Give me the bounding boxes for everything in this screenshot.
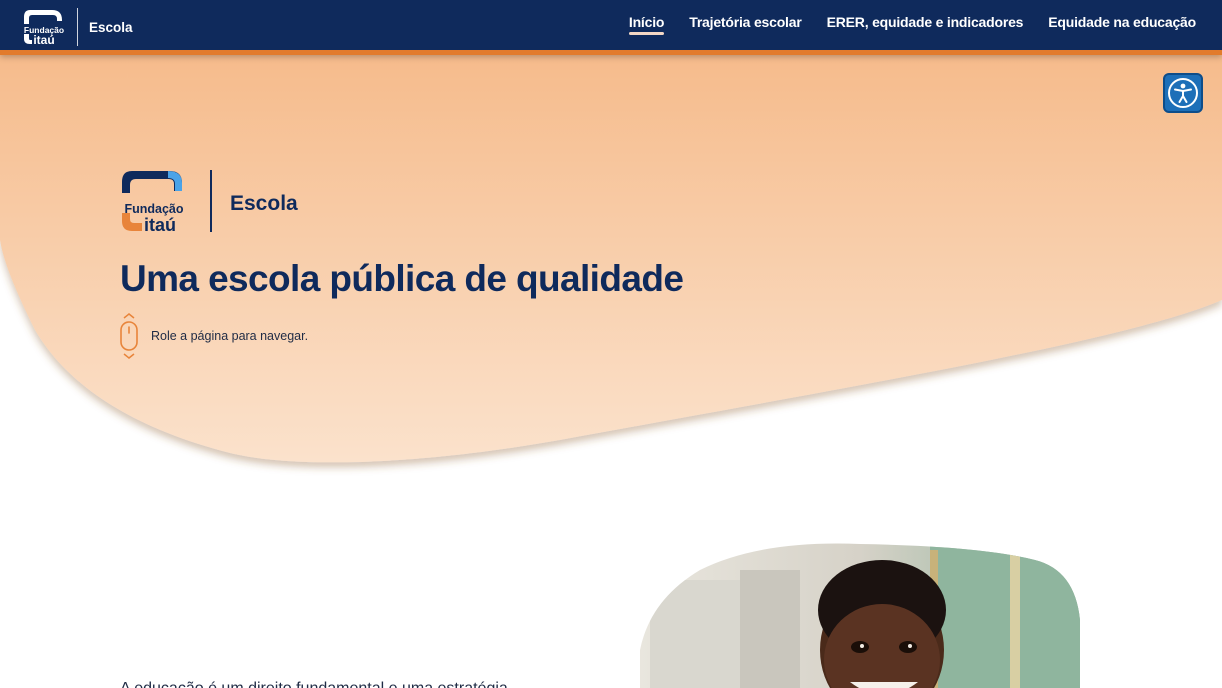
nav-item-equidade-na-educacao[interactable]: Equidade na educação bbox=[1048, 14, 1196, 34]
mouse-scroll-icon bbox=[120, 313, 138, 359]
brand-section-label: Escola bbox=[89, 20, 133, 35]
student-photo bbox=[640, 543, 1080, 688]
accessibility-button[interactable] bbox=[1163, 73, 1203, 113]
hero-section-label: Escola bbox=[230, 192, 298, 215]
hero-fundacao-itau-logo: Fundação itaú bbox=[122, 171, 184, 233]
nav-item-inicio[interactable]: Início bbox=[628, 14, 665, 35]
scroll-hint-text: Role a página para navegar. bbox=[151, 329, 309, 343]
hero-brand-divider bbox=[210, 170, 212, 232]
nav-item-erer-equidade-indicadores[interactable]: ERER, equidade e indicadores bbox=[827, 14, 1024, 34]
page-title: Uma escola pública de qualidade bbox=[120, 258, 684, 299]
main-nav: Início Trajetória escolar ERER, equidade… bbox=[628, 14, 1196, 35]
intro-paragraph: A educação é um direito fundamental e um… bbox=[120, 680, 508, 688]
top-navigation-bar: Fundação itaú Escola Início Trajetória e… bbox=[0, 0, 1222, 55]
hero-background bbox=[0, 0, 1222, 463]
scroll-hint: Role a página para navegar. bbox=[119, 312, 308, 360]
fundacao-itau-logo[interactable]: Fundação itaú bbox=[22, 8, 66, 46]
svg-text:itaú: itaú bbox=[144, 215, 176, 233]
svg-text:Fundação: Fundação bbox=[124, 202, 183, 216]
nav-item-trajetoria-escolar[interactable]: Trajetória escolar bbox=[689, 14, 802, 34]
brand-divider bbox=[77, 8, 78, 46]
svg-text:itaú: itaú bbox=[33, 33, 54, 46]
accessibility-icon bbox=[1168, 78, 1198, 108]
